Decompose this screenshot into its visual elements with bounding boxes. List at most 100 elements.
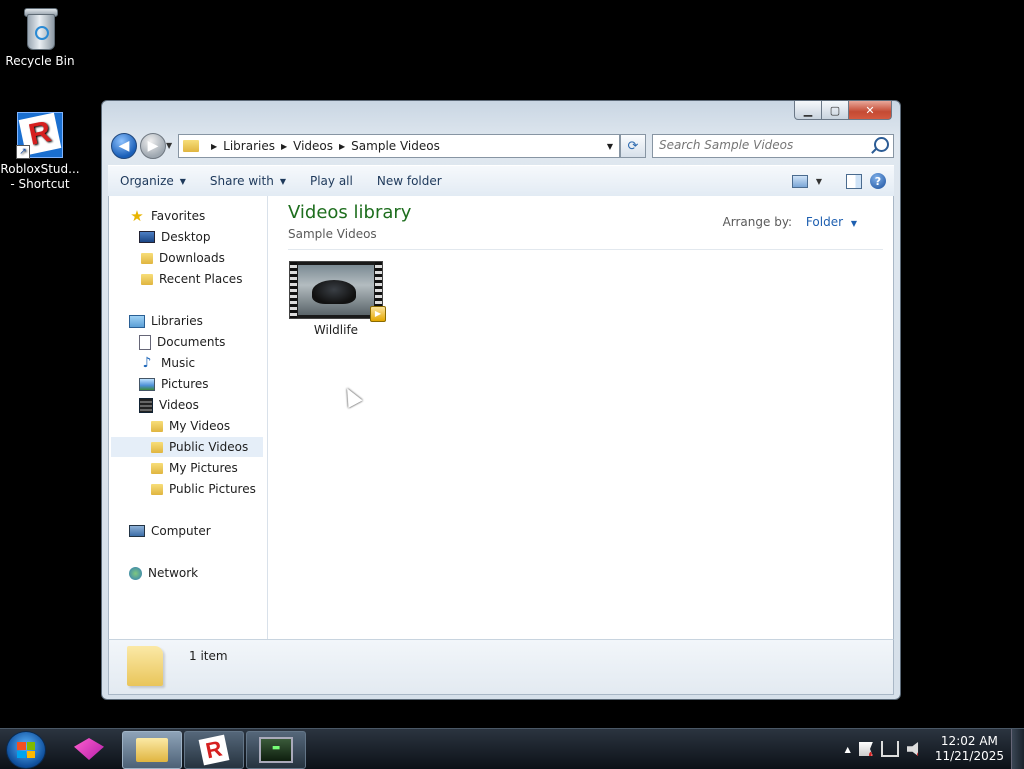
libraries-icon xyxy=(129,314,145,328)
nav-pictures[interactable]: Pictures xyxy=(139,374,209,394)
nav-label: My Videos xyxy=(169,419,231,433)
chevron-down-icon[interactable]: ▼ xyxy=(851,219,857,228)
nav-label: Computer xyxy=(151,524,211,538)
folder-icon xyxy=(151,441,163,453)
organize-button[interactable]: Organize ▼ xyxy=(108,168,198,194)
nav-libraries[interactable]: Libraries xyxy=(129,311,203,331)
arrange-by-label: Arrange by: xyxy=(722,215,793,229)
navigation-pane[interactable]: ★ Favorites Desktop Downloads Recent Plac… xyxy=(109,196,268,639)
explorer-window: ▁ ▢ ✕ ◀ ▶ ▼ ▶ Libraries ▶ Videos ▶ Sampl… xyxy=(101,100,901,700)
arrange-by-dropdown[interactable]: Folder xyxy=(806,215,843,229)
clock-date: 11/21/2025 xyxy=(934,749,1004,763)
nav-public-videos[interactable]: Public Videos xyxy=(111,437,263,457)
file-item-wildlife[interactable]: ▶ Wildlife xyxy=(288,261,386,337)
window-controls: ▁ ▢ ✕ xyxy=(794,101,892,120)
desktop-icon-roblox-studio-shortcut[interactable]: R ↗ RobloxStud... - Shortcut xyxy=(0,112,80,192)
recent-pages-dropdown[interactable]: ▼ xyxy=(166,141,172,150)
chevron-right-icon[interactable]: ▶ xyxy=(281,142,287,151)
nav-my-pictures[interactable]: My Pictures xyxy=(149,458,238,478)
show-hidden-icons-icon[interactable]: ▲ xyxy=(845,745,851,754)
minimize-button[interactable]: ▁ xyxy=(794,101,822,120)
volume-icon[interactable]: ✕ xyxy=(906,742,919,756)
breadcrumb-sample-videos[interactable]: Sample Videos xyxy=(351,139,440,153)
computer-icon xyxy=(129,525,145,537)
file-name: Wildlife xyxy=(313,323,359,337)
show-desktop-button[interactable] xyxy=(1011,729,1024,769)
content-area: ★ Favorites Desktop Downloads Recent Plac… xyxy=(108,196,894,640)
taskbar-app-explorer[interactable] xyxy=(122,731,182,769)
share-with-button[interactable]: Share with ▼ xyxy=(198,168,298,194)
pictures-icon xyxy=(139,377,155,391)
taskbar: R ▬ ▲ ✕ ✕ 12:02 AM 11/21/2025 xyxy=(0,728,1024,769)
breadcrumb-videos[interactable]: Videos xyxy=(293,139,333,153)
file-list-pane[interactable]: Videos library Sample Videos Arrange by:… xyxy=(268,196,893,639)
clock[interactable]: 12:02 AM 11/21/2025 xyxy=(935,734,1004,764)
preview-pane-icon[interactable] xyxy=(846,173,862,189)
nav-network[interactable]: Network xyxy=(129,563,198,583)
close-button[interactable]: ✕ xyxy=(849,101,892,120)
nav-label: Public Videos xyxy=(169,440,249,454)
nav-label: Libraries xyxy=(151,314,203,328)
change-view-icon[interactable] xyxy=(791,174,808,188)
address-dropdown-icon[interactable]: ▼ xyxy=(607,142,613,151)
system-tray: ▲ ✕ ✕ 12:02 AM 11/21/2025 xyxy=(845,729,1004,769)
roblox-studio-icon: R ↗ xyxy=(16,112,63,159)
nav-computer[interactable]: Computer xyxy=(129,521,211,541)
search-box[interactable] xyxy=(652,134,894,158)
nav-label: My Pictures xyxy=(169,461,238,475)
nav-label: Favorites xyxy=(151,209,206,223)
pictures-folder-icon xyxy=(151,462,163,474)
play-all-button[interactable]: Play all xyxy=(298,168,365,194)
nav-downloads[interactable]: Downloads xyxy=(139,248,225,268)
search-icon[interactable] xyxy=(874,137,889,152)
play-badge-icon: ▶ xyxy=(370,306,386,322)
nav-videos[interactable]: Videos xyxy=(139,395,199,415)
shortcut-arrow-icon: ↗ xyxy=(16,145,30,159)
forward-button[interactable]: ▶ xyxy=(140,133,166,159)
navigation-bar: ◀ ▶ ▼ ▶ Libraries ▶ Videos ▶ Sample Vide… xyxy=(108,131,894,161)
search-input[interactable] xyxy=(653,135,865,155)
library-title: Videos library xyxy=(288,202,412,223)
nav-label: Pictures xyxy=(161,377,209,391)
desktop-icon-recycle-bin[interactable]: Recycle Bin xyxy=(0,6,80,69)
library-subtitle: Sample Videos xyxy=(288,227,377,241)
arrange-by: Arrange by: Folder ▼ xyxy=(723,215,857,229)
maximize-button[interactable]: ▢ xyxy=(822,101,849,120)
nav-music[interactable]: ♪ Music xyxy=(139,353,196,373)
desktop-icon-label: Recycle Bin xyxy=(5,54,75,68)
nav-label: Music xyxy=(161,356,196,370)
video-folder-icon xyxy=(151,420,163,432)
nav-label: Videos xyxy=(159,398,199,412)
breadcrumb: ▶ Libraries ▶ Videos ▶ Sample Videos xyxy=(205,139,440,153)
nav-public-pictures[interactable]: Public Pictures xyxy=(149,479,256,499)
folder-icon xyxy=(183,140,199,152)
music-note-icon: ♪ xyxy=(142,355,152,371)
address-bar[interactable]: ▶ Libraries ▶ Videos ▶ Sample Videos ▼ xyxy=(178,134,620,158)
taskbar-app-gem[interactable] xyxy=(60,731,118,767)
help-icon[interactable]: ? xyxy=(870,173,886,189)
action-center-icon[interactable]: ✕ xyxy=(858,742,873,756)
nav-label: Desktop xyxy=(161,230,211,244)
command-bar: Organize ▼ Share with ▼ Play all New folde… xyxy=(108,165,894,197)
nav-recent-places[interactable]: Recent Places xyxy=(139,269,242,289)
documents-icon xyxy=(139,334,151,350)
taskbar-app-monitor[interactable]: ▬ xyxy=(246,731,306,769)
nav-my-videos[interactable]: My Videos xyxy=(149,416,230,436)
network-status-icon[interactable] xyxy=(880,741,899,757)
details-pane: 1 item xyxy=(108,639,894,695)
back-button[interactable]: ◀ xyxy=(111,133,137,159)
view-options-dropdown-icon[interactable]: ▼ xyxy=(816,177,822,186)
nav-documents[interactable]: Documents xyxy=(139,332,225,352)
chevron-right-icon[interactable]: ▶ xyxy=(211,142,217,151)
downloads-folder-icon xyxy=(141,252,153,264)
share-with-label: Share with xyxy=(209,174,274,188)
nav-label: Documents xyxy=(157,335,226,349)
nav-favorites[interactable]: ★ Favorites xyxy=(129,206,205,226)
new-folder-button[interactable]: New folder xyxy=(365,168,454,194)
taskbar-app-roblox[interactable]: R xyxy=(184,731,244,769)
breadcrumb-libraries[interactable]: Libraries xyxy=(223,139,275,153)
chevron-right-icon[interactable]: ▶ xyxy=(339,142,345,151)
start-button[interactable] xyxy=(6,731,46,769)
refresh-button[interactable]: ⟳ xyxy=(620,134,646,158)
nav-desktop[interactable]: Desktop xyxy=(139,227,211,247)
